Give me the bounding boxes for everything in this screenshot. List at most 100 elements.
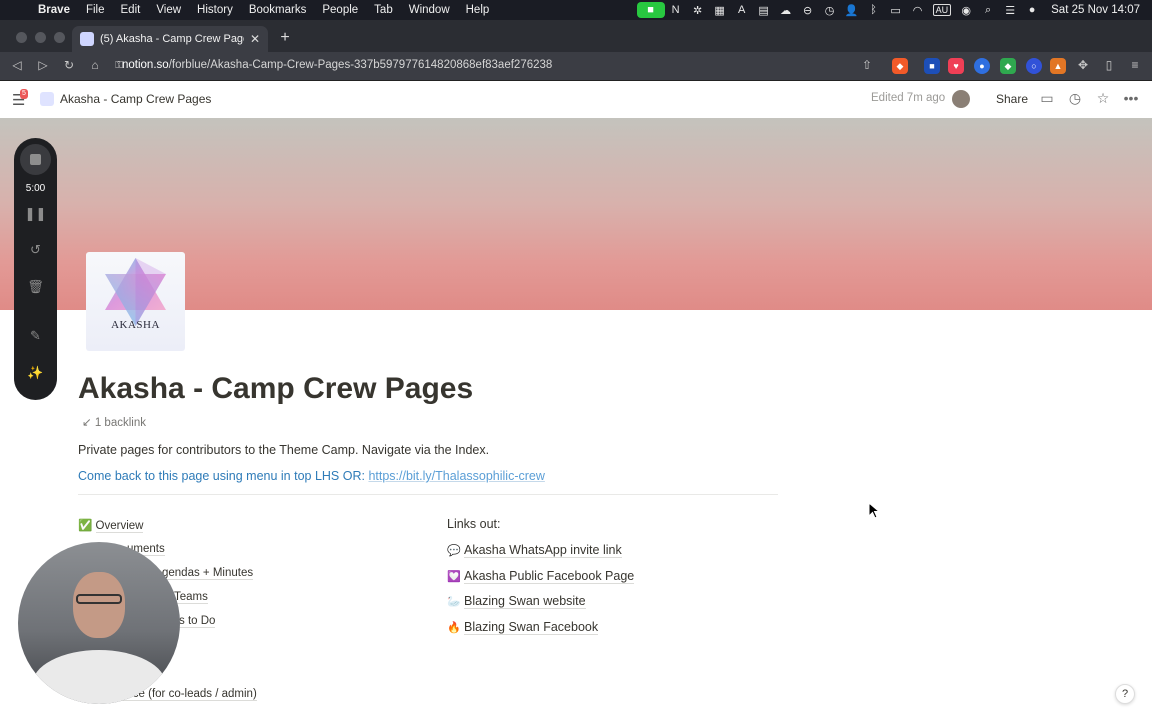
browser-menu-icon[interactable]: ≡ bbox=[1126, 58, 1144, 72]
back-icon[interactable]: ◁ bbox=[8, 58, 26, 72]
notion-favicon-icon bbox=[80, 32, 94, 46]
menu-bar-clock[interactable]: Sat 25 Nov 14:07 bbox=[1043, 4, 1152, 16]
user-icon[interactable]: 👤 bbox=[841, 4, 863, 17]
cloud-icon[interactable]: ☁ bbox=[775, 4, 797, 17]
more-options-icon[interactable]: ••• bbox=[1122, 90, 1140, 106]
reload-icon[interactable]: ↻ bbox=[60, 58, 78, 72]
siri-icon[interactable]: ● bbox=[1021, 4, 1043, 16]
history-clock-icon[interactable]: ◷ bbox=[1066, 90, 1084, 107]
extension-green-icon[interactable]: ◆ bbox=[1000, 58, 1016, 74]
link-label: Akasha WhatsApp invite link bbox=[464, 543, 622, 558]
close-window-button[interactable] bbox=[16, 32, 27, 43]
menu-bookmarks[interactable]: Bookmarks bbox=[241, 4, 315, 16]
minimize-window-button[interactable] bbox=[35, 32, 46, 43]
keyboard-input-source[interactable]: AU bbox=[932, 4, 952, 16]
comeback-text: Come back to this page using menu in top… bbox=[78, 469, 369, 483]
extensions-puzzle-icon[interactable]: ✥ bbox=[1074, 58, 1092, 72]
list-item-label: s to Do bbox=[179, 615, 216, 628]
help-button[interactable]: ? bbox=[1115, 684, 1135, 704]
home-icon[interactable]: ⌂ bbox=[86, 58, 104, 72]
close-tab-icon[interactable]: ✕ bbox=[250, 32, 260, 46]
trash-icon[interactable]: 🗑 bbox=[14, 279, 57, 295]
links-out-heading: Links out: bbox=[447, 517, 501, 531]
address-bar-url[interactable]: notion.so/forblue/Akasha-Camp-Crew-Pages… bbox=[122, 59, 552, 71]
favorite-star-icon[interactable]: ☆ bbox=[1094, 90, 1112, 107]
restart-icon[interactable]: ↺ bbox=[14, 242, 57, 258]
star-of-david-logo-icon bbox=[105, 258, 166, 326]
menu-people[interactable]: People bbox=[314, 4, 366, 16]
share-button[interactable]: Share bbox=[996, 92, 1028, 106]
gear-icon[interactable]: ✲ bbox=[687, 4, 709, 17]
list-item[interactable]: Teams bbox=[174, 591, 208, 604]
breadcrumb[interactable]: Akasha - Camp Crew Pages bbox=[60, 92, 211, 106]
page-icon-logo[interactable]: AKASHA bbox=[86, 252, 185, 351]
stop-recording-button[interactable] bbox=[20, 144, 51, 175]
extension-circle-icon[interactable]: ○ bbox=[1026, 58, 1042, 74]
page-title[interactable]: Akasha - Camp Crew Pages bbox=[78, 372, 473, 406]
list-item[interactable]: s to Do bbox=[179, 615, 216, 628]
metamask-extension-icon[interactable]: ▲ bbox=[1050, 58, 1066, 74]
effects-sparkle-icon[interactable]: ✨ bbox=[14, 365, 57, 381]
menu-view[interactable]: View bbox=[148, 4, 189, 16]
new-tab-button[interactable]: + bbox=[276, 29, 294, 47]
link-label: Blazing Swan website bbox=[464, 594, 586, 609]
avatar[interactable] bbox=[952, 90, 970, 108]
menu-file[interactable]: File bbox=[78, 4, 113, 16]
speech-bubble-icon: 💬 bbox=[447, 545, 461, 557]
menu-window[interactable]: Window bbox=[401, 4, 458, 16]
url-domain: notion.so bbox=[122, 59, 169, 71]
comeback-paragraph: Come back to this page using menu in top… bbox=[78, 469, 545, 483]
forward-icon[interactable]: ▷ bbox=[34, 58, 52, 72]
breadcrumb-page-icon bbox=[40, 92, 54, 106]
notion-app-icon[interactable]: N bbox=[665, 4, 687, 16]
menu-brave[interactable]: Brave bbox=[30, 4, 78, 16]
pen-draw-icon[interactable]: ✎ bbox=[14, 328, 57, 344]
brave-shields-icon[interactable]: ◆ bbox=[892, 58, 908, 74]
extension-blue-icon[interactable]: ● bbox=[974, 58, 990, 74]
facetime-camera-icon[interactable]: ■ bbox=[636, 2, 665, 18]
time-machine-icon[interactable]: ◷ bbox=[819, 4, 841, 17]
search-icon[interactable]: ⌕ bbox=[977, 4, 999, 17]
backlinks-count: 1 backlink bbox=[94, 417, 146, 429]
link-blazing-swan-website[interactable]: 🦢 Blazing Swan website bbox=[447, 594, 586, 609]
backlinks-button[interactable]: ↙ 1 backlink bbox=[82, 415, 146, 429]
zoom-window-button[interactable] bbox=[54, 32, 65, 43]
pause-icon[interactable]: ❚❚ bbox=[14, 206, 57, 222]
share-page-icon[interactable]: ⇧ bbox=[858, 58, 876, 72]
link-label: Blazing Swan Facebook bbox=[464, 620, 599, 635]
list-item-label: gendas + Minutes bbox=[162, 567, 254, 580]
screen-icon[interactable]: ◉ bbox=[955, 4, 977, 17]
menu-bar-status-area: ■ N ✲ ▦ A ▤ ☁ ⊖ ◷ 👤 ᛒ ▭ ◠ AU ◉ ⌕ ☰ ● Sat… bbox=[636, 0, 1152, 20]
menu-edit[interactable]: Edit bbox=[113, 4, 149, 16]
battery-icon[interactable]: ▭ bbox=[885, 4, 907, 17]
control-center-icon[interactable]: ☰ bbox=[999, 4, 1021, 17]
comments-icon[interactable]: ▭ bbox=[1038, 90, 1056, 107]
link-blazing-swan-facebook[interactable]: 🔥 Blazing Swan Facebook bbox=[447, 620, 599, 635]
menu-history[interactable]: History bbox=[189, 4, 241, 16]
menu-help[interactable]: Help bbox=[458, 4, 498, 16]
bluetooth-icon[interactable]: ᛒ bbox=[863, 4, 885, 16]
edited-timestamp: Edited 7m ago bbox=[871, 92, 946, 104]
bitwarden-extension-icon[interactable]: ■ bbox=[924, 58, 940, 74]
link-whatsapp[interactable]: 💬 Akasha WhatsApp invite link bbox=[447, 543, 622, 558]
list-item[interactable]: ✅ Overview bbox=[78, 518, 144, 533]
grid-icon[interactable]: ▦ bbox=[709, 4, 731, 17]
comeback-link[interactable]: https://bit.ly/Thalassophilic-crew bbox=[368, 469, 544, 483]
logo-wordmark: AKASHA bbox=[111, 319, 160, 331]
list-item-label: Overview bbox=[95, 520, 144, 533]
browser-tab-active[interactable]: (5) Akasha - Camp Crew Pages ✕ bbox=[72, 26, 268, 52]
list-item[interactable]: gendas + Minutes bbox=[162, 567, 254, 580]
pocket-extension-icon[interactable]: ♥ bbox=[948, 58, 964, 74]
browser-tab-bar: (5) Akasha - Camp Crew Pages ✕ + bbox=[0, 20, 1152, 52]
calendar-icon[interactable]: ▤ bbox=[753, 4, 775, 17]
link-label: Akasha Public Facebook Page bbox=[464, 569, 635, 584]
app-a-icon[interactable]: A bbox=[731, 4, 753, 16]
divider bbox=[78, 494, 778, 495]
sidebar-toggle-icon[interactable]: ▯ bbox=[1100, 58, 1118, 72]
minus-circle-icon[interactable]: ⊖ bbox=[797, 4, 819, 17]
link-facebook-page[interactable]: 💟 Akasha Public Facebook Page bbox=[447, 569, 635, 584]
wifi-icon[interactable]: ◠ bbox=[907, 4, 929, 17]
webcam-overlay[interactable] bbox=[18, 542, 180, 704]
webcam-person-shirt bbox=[32, 650, 166, 704]
menu-tab[interactable]: Tab bbox=[366, 4, 401, 16]
